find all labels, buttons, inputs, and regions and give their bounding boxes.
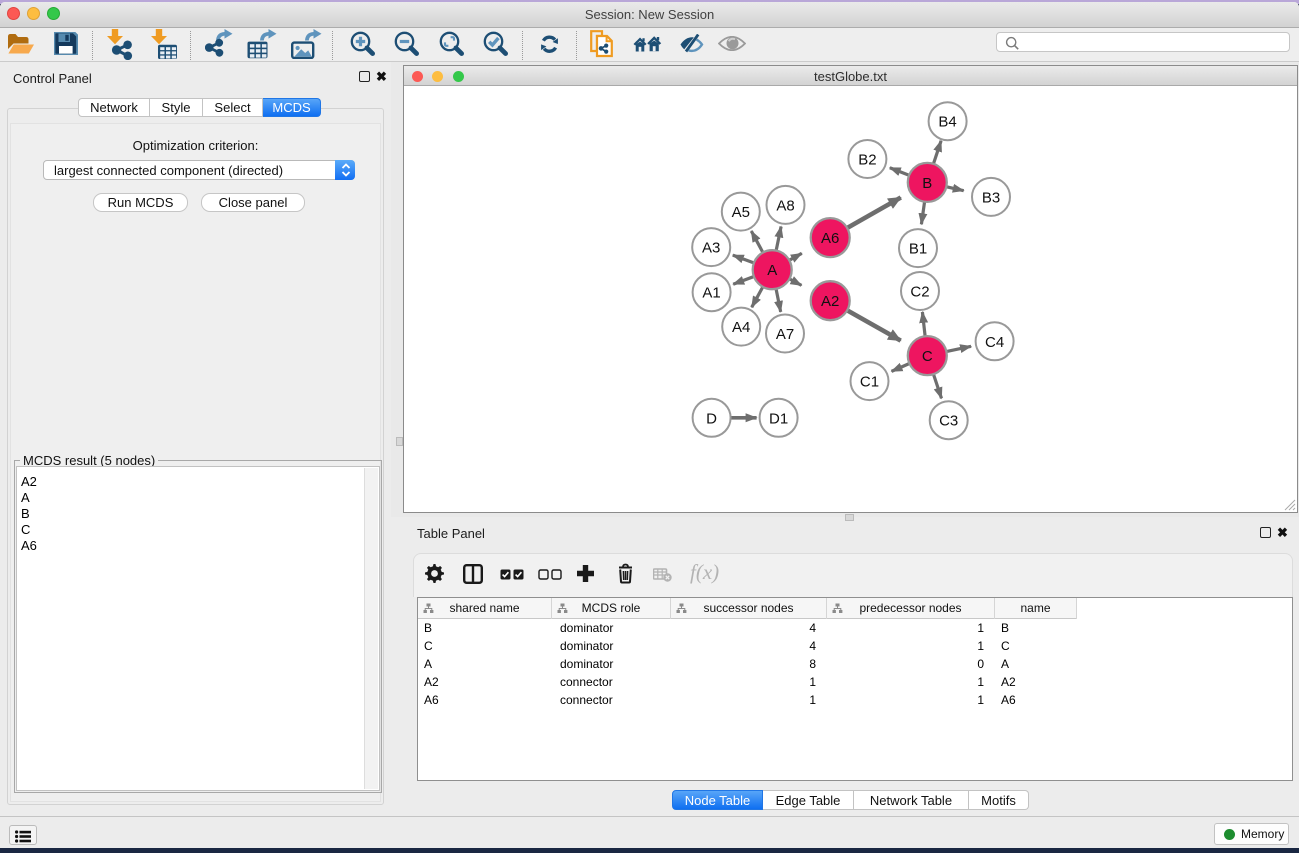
svg-text:A5: A5	[732, 204, 750, 221]
svg-text:C2: C2	[910, 284, 929, 301]
svg-text:C4: C4	[985, 334, 1004, 351]
svg-text:A6: A6	[821, 230, 839, 247]
svg-text:f(x): f(x)	[690, 562, 719, 584]
svg-text:B1: B1	[909, 241, 927, 258]
svg-text:B3: B3	[982, 189, 1000, 206]
svg-text:A1: A1	[702, 285, 720, 302]
svg-text:A8: A8	[776, 197, 794, 214]
svg-text:A2: A2	[821, 293, 839, 310]
svg-text:C: C	[922, 348, 933, 365]
svg-text:A4: A4	[732, 319, 750, 336]
svg-text:C3: C3	[939, 413, 958, 430]
svg-text:D: D	[706, 410, 717, 427]
svg-text:A7: A7	[776, 326, 794, 343]
svg-text:A3: A3	[702, 240, 720, 257]
svg-text:D1: D1	[769, 410, 788, 427]
svg-text:A: A	[767, 262, 777, 279]
svg-text:B4: B4	[938, 114, 956, 131]
svg-text:B2: B2	[858, 152, 876, 169]
svg-text:B: B	[922, 175, 932, 192]
svg-text:C1: C1	[860, 374, 879, 391]
